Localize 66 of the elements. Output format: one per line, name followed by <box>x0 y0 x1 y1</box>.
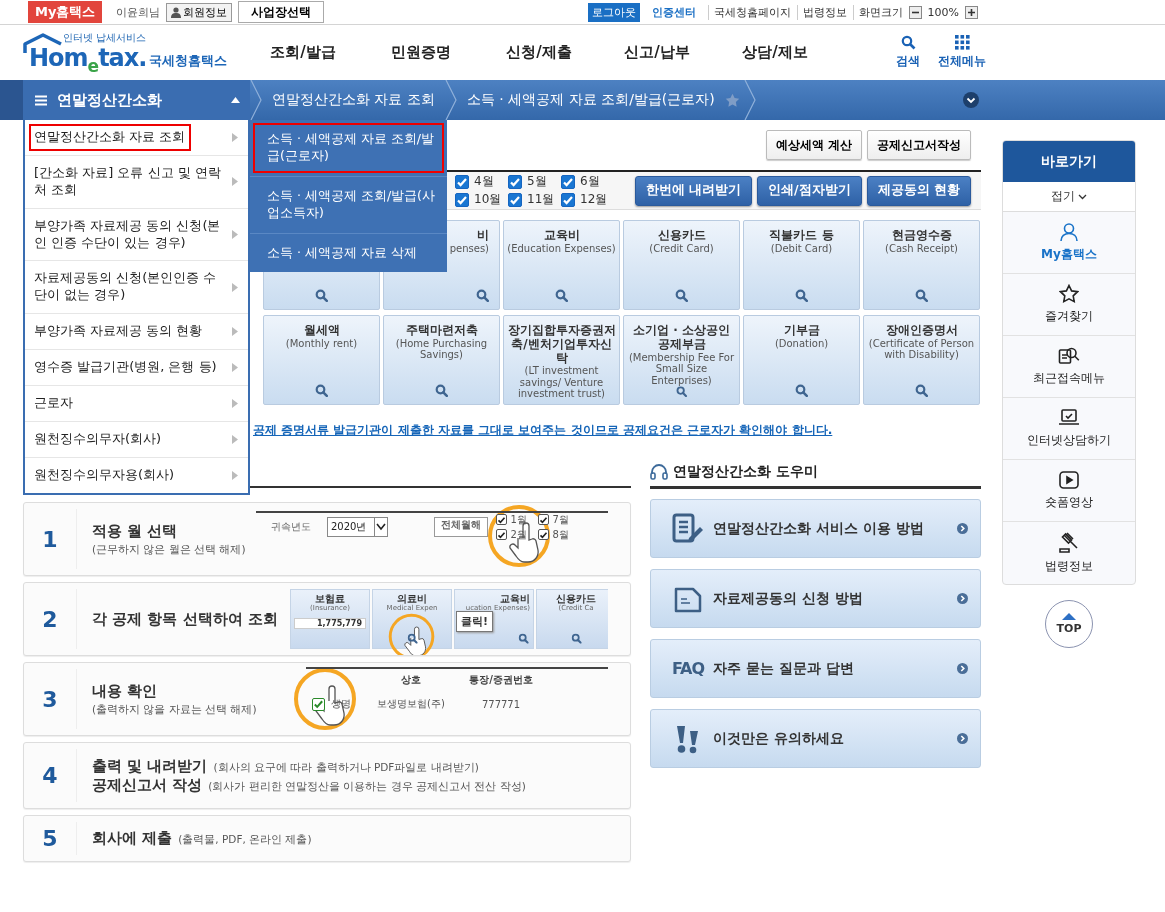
card-title: 교육비 <box>543 229 580 243</box>
helper-title: 연말정산간소화 도우미 <box>673 462 818 481</box>
card-title: 비 <box>477 229 489 243</box>
column-header: 통장/증권번호 <box>468 673 534 687</box>
card-subtitle: (Donation) <box>774 337 829 350</box>
month-label: 1월 <box>510 512 527 527</box>
user-name: 이윤희님 <box>116 4 161 20</box>
step-number: 2 <box>24 589 77 649</box>
card-subtitle: (LT investment savings/ Venture investment trust) <box>516 365 607 400</box>
step-title: 내용 확인 <box>92 681 158 701</box>
step-title: 공제신고서 작성 <box>92 775 203 795</box>
zoom-value: 100% <box>927 5 959 19</box>
click-callout: 클릭! <box>456 611 494 632</box>
card-title: 의료비 <box>397 593 427 604</box>
card-title: 장애인증명서 <box>885 324 958 338</box>
card-title: 장기집합투자증권저축/벤처기업투자신탁 <box>506 324 617 366</box>
quick-links-title: 바로가기 <box>1003 141 1135 182</box>
card-title: 신용카드 <box>657 229 706 243</box>
month-label: 11월 <box>527 191 555 208</box>
card-title: 직불카드 등 <box>769 229 834 243</box>
step-note: (회사의 요구에 따라 출력하거나 PDF파일로 내려받기) <box>213 760 479 775</box>
card-title: 신용카드 <box>556 593 596 604</box>
step-note: (출력하지 않을 자료는 선택 해제) <box>92 702 257 717</box>
card-title: 보험료 <box>315 593 345 604</box>
amount-field: 1,775,779 <box>294 618 366 630</box>
card-subtitle: (Education Expenses) <box>507 242 616 255</box>
step-note: (근무하지 않은 월은 선택 해제) <box>92 542 246 557</box>
column-header: 상호 <box>400 673 422 687</box>
faq-label: FAQ <box>671 659 705 678</box>
month-label: 7월 <box>552 512 569 527</box>
field-label: 귀속년도 <box>271 520 311 534</box>
card-subtitle: (Credit Card) <box>649 242 714 255</box>
card-subtitle: (Debit Card) <box>770 242 833 255</box>
table-cell-text: 보생명보험(주) <box>376 697 446 711</box>
card-title: 주택마련저축 <box>405 324 478 338</box>
table-cell-text: 777771 <box>480 698 522 710</box>
card-title: 현금영수증 <box>891 229 952 243</box>
step-title: 회사에 제출 <box>92 829 173 848</box>
card-title: 교육비 <box>500 593 530 604</box>
step-title: 각 공제 항목 선택하여 조회 <box>92 609 278 629</box>
card-title: 월세액 <box>303 324 340 338</box>
month-label: 5월 <box>527 173 547 190</box>
step-note: (출력물, PDF, 온라인 제출) <box>178 833 312 847</box>
card-subtitle: (Membership Fee For Small Size Enterprises) <box>627 351 736 387</box>
card-title: 기부금 <box>783 324 820 338</box>
month-label: 12월 <box>580 191 608 208</box>
month-label: 10월 <box>474 191 502 208</box>
card-subtitle: (Certificate of Person with Disability) <box>867 337 976 361</box>
step-number: 5 <box>24 822 77 855</box>
card-subtitle: penses) <box>449 242 489 255</box>
month-label: 4월 <box>474 173 494 190</box>
card-subtitle: (Cash Receipt) <box>885 242 958 255</box>
zoom-label: 화면크기 <box>852 4 903 20</box>
month-label: 8월 <box>552 527 569 542</box>
step-note: (회사가 편리한 연말정산을 이용하는 경우 공제신고서 전산 작성) <box>208 779 526 794</box>
step-number: 1 <box>24 509 77 569</box>
step-number: 3 <box>24 669 77 729</box>
card-subtitle: (Monthly rent) <box>285 337 358 350</box>
step-title: 출력 및 내려받기 <box>92 756 208 776</box>
logo-name: 국세청홈택스 <box>149 51 228 70</box>
card-title: 소기업 · 소상공인 공제부금 <box>632 324 731 352</box>
logo-tagline: 인터넷 납세서비스 <box>63 30 147 45</box>
card-subtitle: (Home Purchasing Savings) <box>394 337 489 361</box>
step-title: 적용 월 선택 <box>92 521 178 541</box>
month-label: 6월 <box>580 173 600 190</box>
step-number: 4 <box>24 749 77 802</box>
